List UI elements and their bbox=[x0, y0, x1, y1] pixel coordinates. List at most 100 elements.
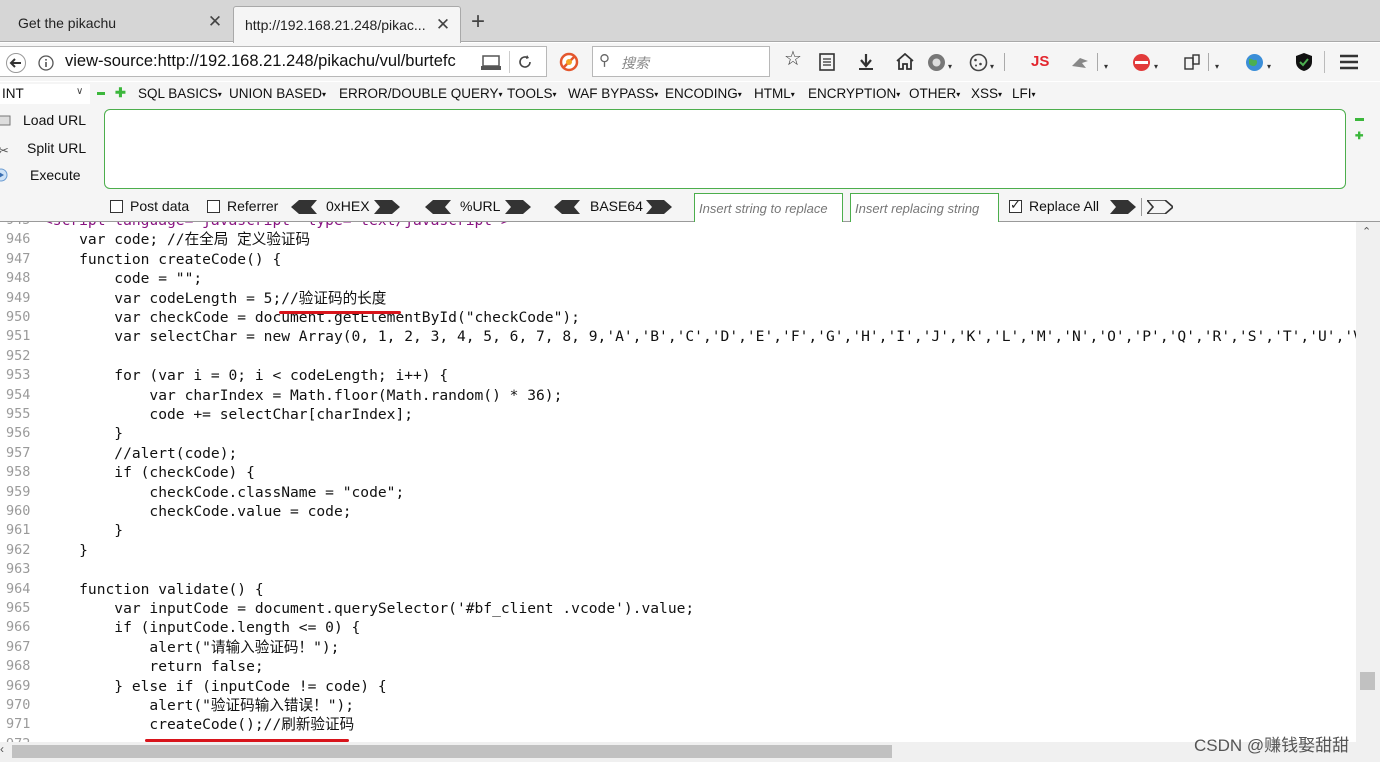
line-number: 969 bbox=[6, 677, 31, 694]
post-data-checkbox[interactable] bbox=[110, 200, 123, 213]
load-url-button[interactable]: Load URL bbox=[0, 112, 86, 128]
address-bar[interactable]: view-source:http://192.168.21.248/pikach… bbox=[0, 46, 547, 77]
chevron-down-icon[interactable]: ▾ bbox=[948, 57, 952, 77]
hex-decode-arrow-icon[interactable] bbox=[291, 200, 317, 214]
chevron-down-icon[interactable]: ▾ bbox=[990, 57, 994, 77]
new-tab-plus-icon[interactable]: + bbox=[471, 10, 485, 34]
hackbar-red-icon[interactable] bbox=[1132, 53, 1151, 72]
menu-encoding[interactable]: ENCODING▾ bbox=[665, 86, 742, 101]
line-number: 963 bbox=[6, 561, 31, 578]
plus-icon[interactable]: ✚ bbox=[115, 85, 126, 101]
menu-xss[interactable]: XSS▾ bbox=[971, 86, 1002, 101]
download-icon[interactable] bbox=[858, 53, 874, 71]
horizontal-scrollbar[interactable]: ‹ bbox=[0, 742, 1380, 762]
reload-icon[interactable] bbox=[518, 55, 532, 69]
close-icon[interactable]: ✕ bbox=[206, 13, 224, 31]
search-input[interactable]: ⚲ 搜索 bbox=[592, 46, 770, 77]
line-number: 960 bbox=[6, 503, 31, 519]
cookie-icon[interactable] bbox=[969, 53, 988, 72]
menu-sql-basics[interactable]: SQL BASICS▾ bbox=[138, 86, 222, 101]
code-text: function validate() { bbox=[44, 580, 264, 598]
line-number: 953 bbox=[6, 367, 31, 384]
hex-encode-arrow-icon[interactable] bbox=[374, 200, 400, 214]
extension-fly-icon[interactable] bbox=[1070, 54, 1090, 70]
vertical-scroll-thumb[interactable] bbox=[1360, 672, 1375, 690]
replace-all-checkbox[interactable] bbox=[1009, 197, 1022, 213]
menu-union-based[interactable]: UNION BASED▾ bbox=[229, 86, 326, 101]
line-number: 945 bbox=[6, 222, 36, 230]
block-icon[interactable] bbox=[559, 52, 579, 72]
code-text: var code; //在全局 定义验证码 bbox=[44, 231, 311, 249]
url-encode-arrow-icon[interactable] bbox=[505, 200, 531, 214]
url-decode-arrow-icon[interactable] bbox=[425, 200, 451, 214]
menu-icon[interactable] bbox=[1340, 54, 1358, 70]
referrer-checkbox[interactable] bbox=[207, 200, 220, 213]
chevron-down-icon[interactable]: ▾ bbox=[1215, 57, 1219, 77]
hackbar-menu: INT ∨ ✚ SQL BASICS▾ UNION BASED▾ ERROR/D… bbox=[0, 82, 1380, 106]
menu-other[interactable]: OTHER▾ bbox=[909, 86, 960, 101]
code-text: function createCode() { bbox=[44, 250, 282, 268]
vertical-scrollbar[interactable]: ⌃ bbox=[1356, 222, 1380, 742]
device-icon[interactable] bbox=[1183, 53, 1201, 71]
shield-icon[interactable] bbox=[1295, 52, 1313, 72]
url-textarea[interactable] bbox=[104, 109, 1346, 189]
tab-title: http://192.168.21.248/pikac... bbox=[245, 17, 426, 33]
replace-arrow-icon[interactable] bbox=[1110, 200, 1136, 214]
tab-view-source[interactable]: http://192.168.21.248/pikac... ✕ bbox=[233, 6, 461, 43]
plus-icon[interactable]: ✚ bbox=[1355, 131, 1363, 142]
page-source-view[interactable]: 945 <script language="javascript" type="t… bbox=[0, 222, 1356, 742]
code-text: code = ""; bbox=[44, 270, 203, 288]
split-url-button[interactable]: ✂ Split URL bbox=[0, 140, 86, 158]
chevron-down-icon[interactable]: ▾ bbox=[1267, 57, 1271, 77]
type-select-value: INT bbox=[2, 86, 24, 101]
tab-get-the-pikachu[interactable]: Get the pikachu ✕ bbox=[0, 4, 232, 42]
info-icon[interactable] bbox=[38, 55, 54, 71]
code-text: var codeLength = 5;//验证码的长度 bbox=[44, 289, 387, 307]
scroll-up-icon[interactable]: ⌃ bbox=[1362, 225, 1371, 238]
line-number: 959 bbox=[6, 483, 31, 500]
execute-button[interactable]: Execute bbox=[0, 167, 81, 183]
chevron-down-icon[interactable]: ▾ bbox=[1154, 57, 1158, 77]
code-text: checkCode.className = "code"; bbox=[44, 483, 405, 501]
line-number: 971 bbox=[6, 716, 31, 733]
code-text: var inputCode = document.querySelector('… bbox=[44, 600, 695, 617]
tab-strip: Get the pikachu ✕ http://192.168.21.248/… bbox=[0, 0, 1380, 43]
line-number: 954 bbox=[6, 386, 31, 403]
line-number: 950 bbox=[6, 309, 31, 325]
reader-view-icon[interactable] bbox=[481, 54, 501, 72]
separator bbox=[1208, 53, 1209, 71]
menu-html[interactable]: HTML▾ bbox=[754, 86, 795, 101]
home-icon[interactable] bbox=[896, 53, 914, 70]
menu-lfi[interactable]: LFI▾ bbox=[1012, 86, 1036, 101]
world-map-icon[interactable] bbox=[1245, 53, 1264, 72]
close-icon[interactable]: ✕ bbox=[434, 16, 452, 34]
base64-decode-arrow-icon[interactable] bbox=[554, 200, 580, 214]
replace-string-input[interactable]: Insert string to replace bbox=[694, 193, 843, 223]
menu-encryption[interactable]: ENCRYPTION▾ bbox=[808, 86, 900, 101]
globe-icon[interactable] bbox=[927, 53, 946, 72]
library-icon[interactable] bbox=[819, 53, 835, 71]
bookmark-star-icon[interactable]: ☆ bbox=[784, 49, 802, 69]
chevron-down-icon[interactable]: ▾ bbox=[1104, 57, 1108, 77]
replacing-string-input[interactable]: Insert replacing string bbox=[850, 193, 999, 223]
line-number: 970 bbox=[6, 697, 31, 713]
horizontal-scroll-thumb[interactable] bbox=[12, 745, 892, 758]
replace-all-arrow-icon[interactable] bbox=[1147, 200, 1173, 214]
minus-icon[interactable] bbox=[1355, 118, 1364, 121]
back-arrow-icon[interactable] bbox=[6, 53, 26, 73]
js-toggle-icon[interactable]: JS bbox=[1031, 52, 1049, 72]
load-url-icon bbox=[0, 115, 11, 126]
line-number: 948 bbox=[6, 270, 31, 287]
type-select[interactable]: INT ∨ bbox=[0, 84, 90, 104]
menu-waf-bypass[interactable]: WAF BYPASS▾ bbox=[568, 86, 658, 101]
base64-encode-arrow-icon[interactable] bbox=[646, 200, 672, 214]
menu-tools[interactable]: TOOLS▾ bbox=[507, 86, 557, 101]
minus-icon[interactable] bbox=[97, 92, 105, 95]
hackbar-options-row: Post data Referrer 0xHEX %URL BASE64 Ins… bbox=[0, 192, 1380, 223]
code-text: } bbox=[44, 541, 88, 559]
scroll-left-icon[interactable]: ‹ bbox=[0, 742, 4, 756]
separator bbox=[1141, 198, 1142, 216]
code-text: alert("请输入验证码！"); bbox=[44, 638, 340, 656]
menu-error-double-query[interactable]: ERROR/DOUBLE QUERY▾ bbox=[339, 86, 503, 101]
watermark: CSDN @赚钱娶甜甜 bbox=[1194, 736, 1350, 755]
